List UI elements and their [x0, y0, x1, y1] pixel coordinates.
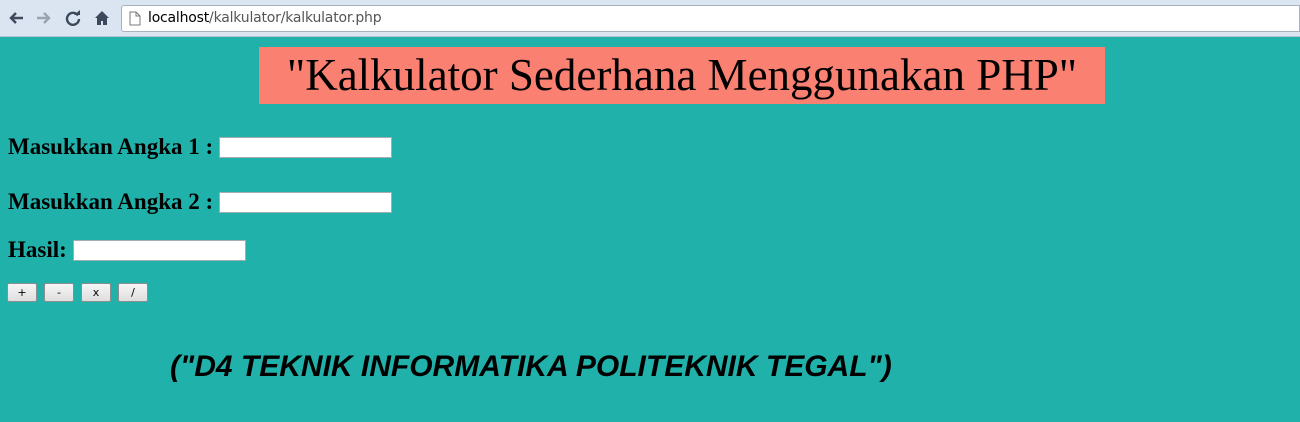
angka1-label: Masukkan Angka 1 :	[8, 134, 214, 159]
back-button[interactable]	[6, 8, 26, 28]
url-path: /kalkulator/kalkulator.php	[209, 10, 382, 26]
page-icon	[129, 11, 141, 26]
forward-button[interactable]	[34, 8, 54, 28]
subtract-button[interactable]: -	[44, 283, 74, 302]
angka2-row: Masukkan Angka 2 :	[8, 189, 393, 215]
hasil-row: Hasil:	[8, 237, 246, 263]
multiply-button[interactable]: x	[81, 283, 111, 302]
url-text: localhost/kalkulator/kalkulator.php	[148, 10, 382, 26]
angka1-row: Masukkan Angka 1 :	[8, 134, 393, 160]
add-button[interactable]: +	[7, 283, 37, 302]
reload-button[interactable]	[63, 8, 83, 28]
divide-button[interactable]: /	[118, 283, 148, 302]
forward-icon	[37, 12, 51, 24]
footer-text: ("D4 TEKNIK INFORMATIKA POLITEKNIK TEGAL…	[170, 350, 892, 383]
hasil-input[interactable]	[72, 239, 246, 261]
browser-toolbar: localhost/kalkulator/kalkulator.php	[0, 0, 1300, 37]
angka1-input[interactable]	[219, 136, 393, 158]
home-icon	[95, 11, 109, 25]
angka2-input[interactable]	[219, 191, 393, 213]
operation-buttons: + - x /	[7, 283, 148, 302]
hasil-label: Hasil:	[8, 237, 67, 262]
reload-icon	[65, 10, 81, 26]
angka2-label: Masukkan Angka 2 :	[8, 189, 214, 214]
back-icon	[9, 12, 23, 24]
page-title: "Kalkulator Sederhana Menggunakan PHP"	[259, 47, 1105, 104]
url-host: localhost	[148, 10, 210, 26]
page-content: "Kalkulator Sederhana Menggunakan PHP" M…	[0, 37, 1300, 422]
address-bar[interactable]: localhost/kalkulator/kalkulator.php	[121, 5, 1300, 32]
home-button[interactable]	[92, 8, 112, 28]
